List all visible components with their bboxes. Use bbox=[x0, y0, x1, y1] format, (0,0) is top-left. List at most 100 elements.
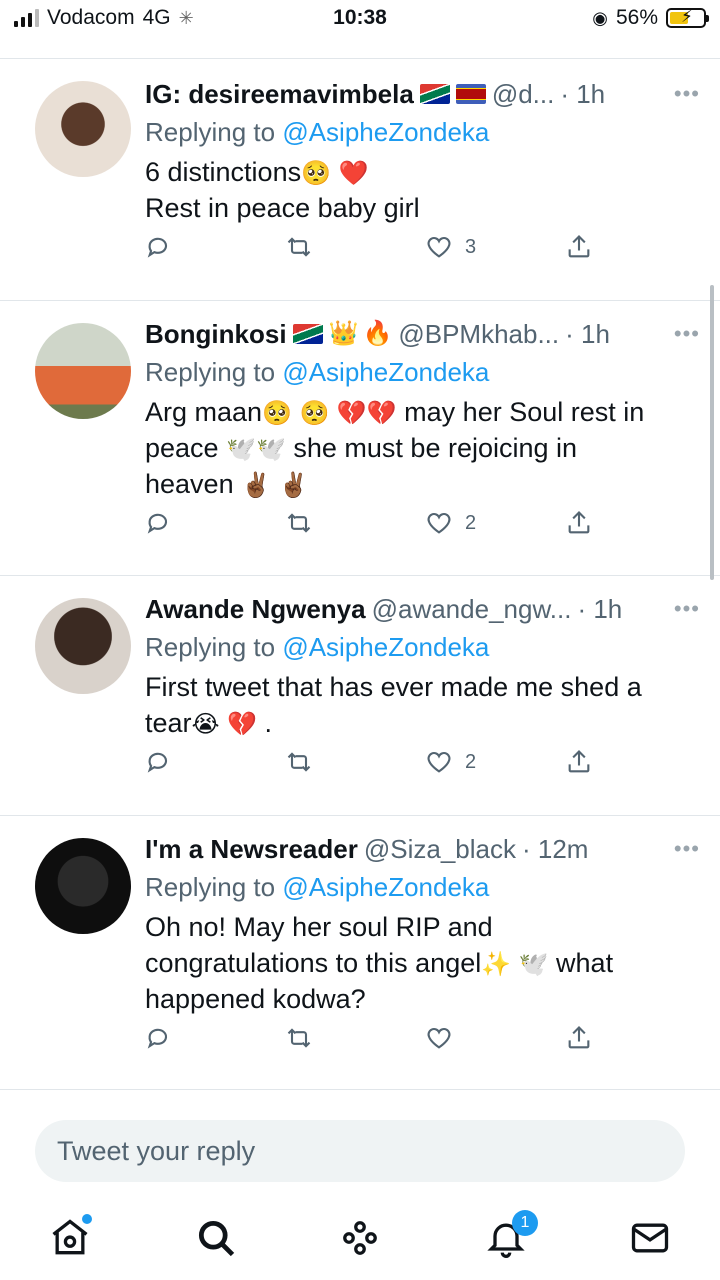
share-button[interactable] bbox=[565, 748, 593, 776]
timestamp: · 1h bbox=[565, 318, 610, 349]
broken-heart-emoji: 💔 bbox=[336, 399, 367, 427]
retweet-button[interactable] bbox=[285, 233, 313, 261]
more-options-icon[interactable]: ••• bbox=[674, 321, 700, 347]
retweet-icon bbox=[287, 237, 311, 257]
like-count: 3 bbox=[465, 235, 477, 258]
replying-to: Replying to @AsipheZondeka bbox=[145, 117, 490, 147]
tweet-text: 6 distinctions🥺 ❤️ Rest in peace baby gi… bbox=[145, 157, 420, 223]
reply-button[interactable] bbox=[145, 233, 173, 261]
search-icon bbox=[198, 1220, 235, 1257]
nav-messages[interactable] bbox=[628, 1216, 672, 1260]
more-options-icon[interactable]: ••• bbox=[674, 81, 700, 107]
share-icon bbox=[568, 511, 590, 534]
handle[interactable]: @Siza_black bbox=[364, 834, 516, 865]
retweet-icon bbox=[287, 752, 311, 772]
pleading-face-emoji: 🥺 bbox=[299, 399, 330, 427]
like-button[interactable]: 3 bbox=[425, 233, 476, 261]
more-options-icon[interactable]: ••• bbox=[674, 596, 700, 622]
heart-icon bbox=[427, 1027, 451, 1049]
like-button[interactable]: 2 bbox=[425, 748, 476, 776]
broken-heart-emoji: 💔 bbox=[227, 710, 257, 738]
like-count: 2 bbox=[465, 511, 477, 534]
share-button[interactable] bbox=[565, 233, 593, 261]
more-options-icon[interactable]: ••• bbox=[674, 836, 700, 862]
display-name[interactable]: Bonginkosi bbox=[145, 319, 287, 350]
sparkles-emoji: ✨ bbox=[481, 950, 512, 978]
share-button[interactable] bbox=[565, 1024, 593, 1052]
tweet[interactable]: Bonginkosi 👑 🔥 @BPMkhab... · 1h ••• Repl… bbox=[0, 300, 720, 575]
retweet-button[interactable] bbox=[285, 1024, 313, 1052]
retweet-icon bbox=[287, 1028, 311, 1048]
share-icon bbox=[568, 235, 590, 258]
reply-icon bbox=[147, 237, 168, 258]
charging-icon: ⚡ bbox=[681, 7, 693, 26]
heart-icon bbox=[427, 751, 451, 773]
replying-to: Replying to @AsipheZondeka bbox=[145, 357, 490, 387]
nav-home[interactable] bbox=[48, 1214, 92, 1260]
nav-notifications[interactable]: 1 bbox=[484, 1210, 538, 1260]
handle[interactable]: @BPMkhab... bbox=[398, 319, 559, 350]
handle[interactable]: @d... bbox=[492, 79, 555, 110]
status-bar: Vodacom 4G ✳ 10:38 ◉ 56% ⚡ bbox=[0, 0, 720, 36]
battery-percent: 56% bbox=[615, 6, 658, 29]
crying-face-emoji: 😭 bbox=[191, 710, 220, 738]
orientation-lock-icon: ◉ bbox=[592, 7, 608, 28]
pleading-face-emoji: 🥺 bbox=[262, 399, 292, 427]
tweet[interactable]: Awande Ngwenya @awande_ngw... · 1h ••• R… bbox=[0, 575, 720, 815]
display-name[interactable]: I'm a Newsreader bbox=[145, 834, 358, 865]
bottom-nav: 1 bbox=[0, 1200, 720, 1280]
display-name[interactable]: IG: desireemavimbela bbox=[145, 79, 414, 110]
handle[interactable]: @awande_ngw... bbox=[372, 594, 572, 625]
avatar[interactable] bbox=[35, 838, 131, 934]
dove-emoji: 🕊️ bbox=[518, 950, 549, 978]
share-button[interactable] bbox=[565, 509, 593, 537]
scrollbar[interactable] bbox=[710, 285, 714, 580]
like-count: 2 bbox=[465, 750, 477, 773]
tweet[interactable]: I'm a Newsreader @Siza_black · 12m ••• R… bbox=[0, 815, 720, 1090]
reply-button[interactable] bbox=[145, 748, 173, 776]
notification-badge: 1 bbox=[512, 1210, 538, 1236]
broken-heart-emoji: 💔 bbox=[366, 399, 397, 427]
nav-spaces[interactable] bbox=[338, 1216, 382, 1260]
tweet[interactable]: IG: desireemavimbela @d... · 1h ••• Repl… bbox=[0, 58, 720, 300]
retweet-icon bbox=[287, 513, 311, 533]
like-button[interactable] bbox=[425, 1024, 453, 1052]
share-icon bbox=[568, 1026, 590, 1049]
avatar[interactable] bbox=[35, 598, 131, 694]
timestamp: · 12m bbox=[522, 833, 589, 864]
pleading-face-emoji: 🥺 bbox=[301, 159, 331, 187]
reply-button[interactable] bbox=[145, 1024, 173, 1052]
tweet-text: Arg maan🥺 🥺 💔💔 may her Soul rest in peac… bbox=[145, 397, 645, 499]
reply-icon bbox=[147, 752, 168, 773]
tweet-text: Oh no! May her soul RIP and congratulati… bbox=[145, 912, 614, 1014]
tweet-text: First tweet that has ever made me shed a… bbox=[145, 672, 642, 738]
heart-icon bbox=[427, 236, 451, 258]
victory-hand-emoji: ✌🏾 bbox=[241, 471, 271, 499]
new-content-dot bbox=[82, 1214, 92, 1224]
display-name[interactable]: Awande Ngwenya bbox=[145, 594, 366, 625]
reply-icon bbox=[147, 1028, 168, 1049]
reply-input[interactable]: Tweet your reply bbox=[35, 1120, 685, 1182]
nav-search[interactable] bbox=[194, 1216, 238, 1260]
victory-hand-emoji: ✌🏾 bbox=[278, 471, 309, 499]
spaces-icon bbox=[343, 1221, 377, 1255]
like-button[interactable]: 2 bbox=[425, 509, 476, 537]
heart-icon bbox=[427, 512, 451, 534]
mention-link[interactable]: @AsipheZondeka bbox=[282, 357, 489, 387]
battery-icon: ⚡ bbox=[666, 7, 709, 28]
mention-link[interactable]: @AsipheZondeka bbox=[282, 117, 489, 147]
crown-emoji: 👑 bbox=[328, 320, 359, 347]
mention-link[interactable]: @AsipheZondeka bbox=[282, 632, 489, 662]
eswatini-flag-icon bbox=[455, 84, 486, 104]
retweet-button[interactable] bbox=[285, 748, 313, 776]
retweet-button[interactable] bbox=[285, 509, 313, 537]
fire-emoji: 🔥 bbox=[362, 320, 393, 347]
avatar[interactable] bbox=[35, 81, 131, 177]
reply-icon bbox=[147, 513, 168, 534]
mention-link[interactable]: @AsipheZondeka bbox=[282, 872, 489, 902]
avatar[interactable] bbox=[35, 323, 131, 419]
south-africa-flag-icon bbox=[292, 324, 323, 344]
reply-button[interactable] bbox=[145, 509, 173, 537]
timestamp: · 1h bbox=[577, 593, 623, 624]
mail-icon bbox=[631, 1223, 669, 1253]
